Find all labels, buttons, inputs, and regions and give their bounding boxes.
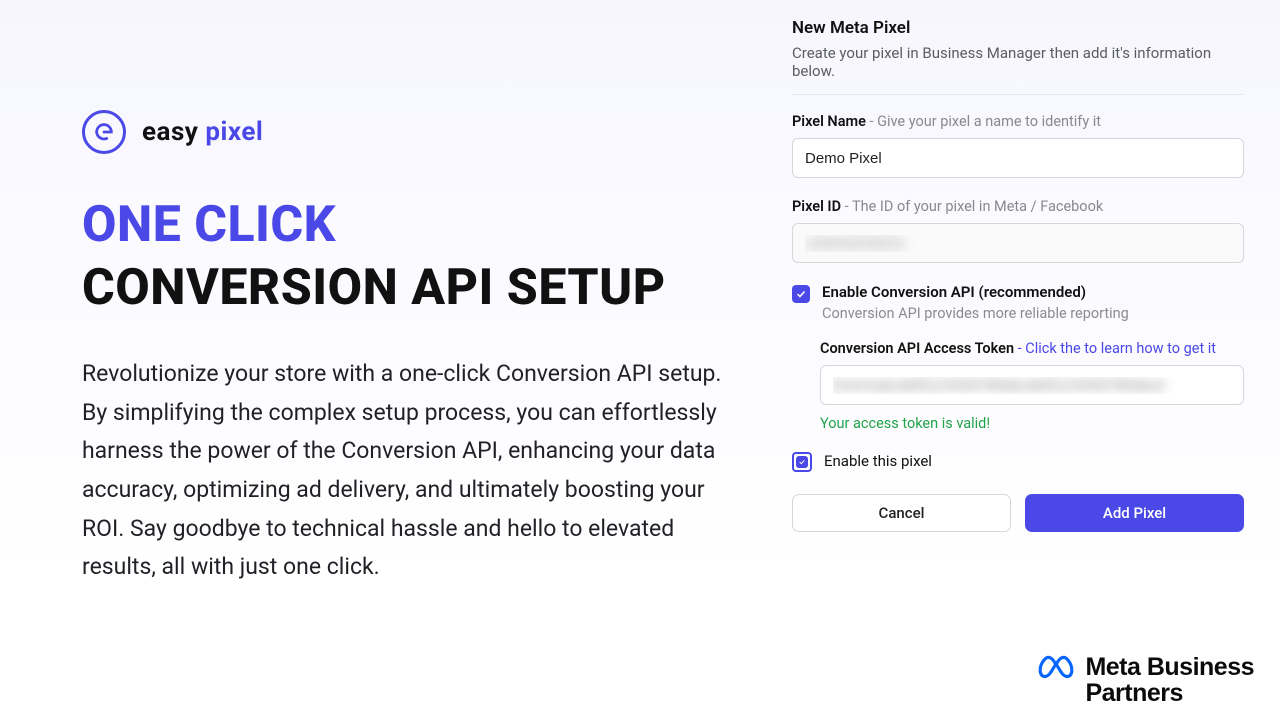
token-input[interactable] [820, 365, 1244, 405]
headline-rest: CONVERSION API SETUP [82, 259, 666, 317]
token-hint-link[interactable]: - Click the to learn how to get it [1014, 340, 1216, 357]
form-actions: Cancel Add Pixel [792, 494, 1244, 532]
brand-name: easy pixel [142, 117, 263, 147]
brand-logo: easy pixel [82, 110, 263, 154]
pixel-id-input[interactable] [792, 223, 1244, 263]
meta-icon [1037, 654, 1075, 680]
enable-capi-sub: Conversion API provides more reliable re… [822, 305, 1129, 322]
enable-capi-label: Enable Conversion API (recommended) [822, 283, 1129, 301]
meta-line2: Partners [1085, 680, 1254, 706]
brand-logo-icon [82, 110, 126, 154]
new-pixel-form: New Meta Pixel Create your pixel in Busi… [768, 0, 1268, 720]
body-copy: Revolutionize your store with a one-clic… [82, 355, 722, 587]
token-valid-message: Your access token is valid! [820, 415, 1244, 432]
enable-capi-checkbox[interactable] [792, 285, 810, 303]
enable-pixel-row: Enable this pixel [792, 450, 1244, 472]
token-label-text: Conversion API Access Token [820, 340, 1014, 357]
page-headline: ONE CLICK CONVERSION API SETUP [82, 194, 728, 319]
meta-line1: Meta Business [1085, 654, 1254, 680]
enable-capi-row: Enable Conversion API (recommended) Conv… [792, 283, 1244, 322]
form-subtitle: Create your pixel in Business Manager th… [792, 44, 1244, 80]
add-pixel-button[interactable]: Add Pixel [1025, 494, 1244, 532]
pixel-id-hint: - The ID of your pixel in Meta / Faceboo… [841, 198, 1103, 215]
pixel-id-label: Pixel ID - The ID of your pixel in Meta … [792, 198, 1244, 215]
enable-pixel-label: Enable this pixel [824, 452, 932, 470]
pixel-name-label: Pixel Name - Give your pixel a name to i… [792, 113, 1244, 130]
headline-accent: ONE CLICK [82, 196, 336, 254]
token-label: Conversion API Access Token - Click the … [820, 340, 1244, 357]
divider [792, 94, 1244, 95]
brand-name-part2: pixel [205, 117, 263, 147]
form-title: New Meta Pixel [792, 18, 1244, 38]
enable-pixel-checkbox[interactable] [792, 452, 812, 472]
pixel-id-label-text: Pixel ID [792, 198, 841, 215]
cancel-button[interactable]: Cancel [792, 494, 1011, 532]
pixel-name-hint: - Give your pixel a name to identify it [866, 113, 1101, 130]
meta-business-partners-badge: Meta Business Partners [1037, 654, 1254, 707]
pixel-name-label-text: Pixel Name [792, 113, 866, 130]
pixel-name-input[interactable] [792, 138, 1244, 178]
brand-name-part1: easy [142, 117, 198, 147]
